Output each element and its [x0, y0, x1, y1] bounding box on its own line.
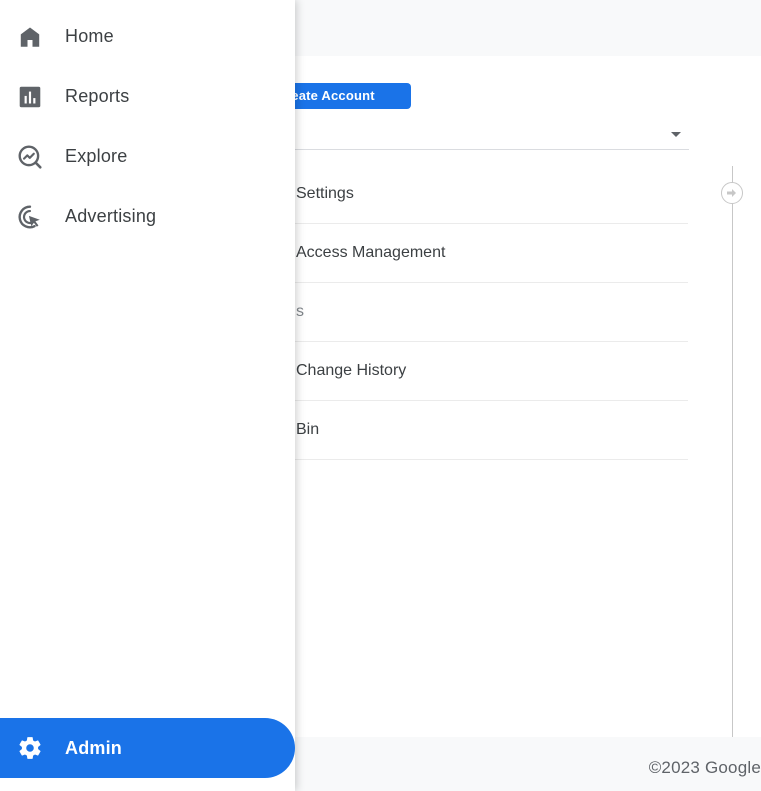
settings-item-label: Access Management — [296, 244, 446, 261]
nav-item-reports[interactable]: Reports — [0, 68, 295, 124]
settings-item-label: Settings — [296, 185, 354, 202]
settings-item-label: Bin — [296, 421, 320, 438]
settings-item-change-history[interactable]: Change History — [262, 342, 688, 401]
nav-item-home[interactable]: Home — [0, 8, 295, 64]
column-divider — [732, 166, 733, 737]
arrow-right-circle-icon[interactable] — [721, 182, 743, 204]
nav-item-label: Reports — [65, 86, 130, 106]
nav-item-label: Home — [65, 26, 114, 46]
nav-item-label: Admin — [65, 738, 122, 758]
account-settings-list: Settings Access Management s Change Hist… — [262, 165, 688, 460]
settings-item-filters[interactable]: s — [262, 283, 688, 342]
explore-icon — [17, 144, 43, 170]
settings-item-label: s — [296, 303, 304, 320]
dropdown-caret-icon[interactable] — [671, 132, 681, 137]
settings-item-access-management[interactable]: Access Management — [262, 224, 688, 283]
gear-icon — [17, 735, 43, 761]
copyright-text: ©2023 Google — [648, 758, 761, 777]
nav-item-label: Advertising — [65, 206, 157, 226]
advertising-cursor-icon — [17, 204, 43, 230]
settings-item-account-settings[interactable]: Settings — [262, 165, 688, 224]
nav-item-admin[interactable]: Admin — [0, 718, 295, 778]
nav-item-advertising[interactable]: Advertising — [0, 188, 295, 244]
account-selector[interactable] — [262, 118, 689, 150]
bar-chart-icon — [17, 84, 43, 110]
settings-item-label: Change History — [296, 362, 407, 379]
nav-item-explore[interactable]: Explore — [0, 128, 295, 184]
nav-item-label: Explore — [65, 146, 128, 166]
settings-item-bin[interactable]: Bin — [262, 401, 688, 460]
navigation-drawer: Home Reports Explore Advertising Admin — [0, 0, 295, 791]
home-icon — [17, 24, 43, 50]
